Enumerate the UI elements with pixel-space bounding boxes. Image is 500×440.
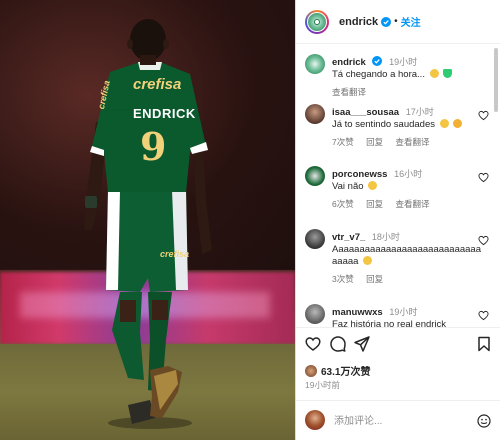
crying-emoji-icon — [439, 119, 449, 128]
likes-count[interactable]: 63.1万次赞 — [321, 363, 370, 378]
caption-username[interactable]: endrick — [332, 57, 366, 68]
caption-avatar[interactable] — [305, 54, 325, 74]
club-crest-icon — [308, 12, 326, 31]
comment-reply-button[interactable]: 回复 — [366, 137, 383, 147]
comments-scrollbar[interactable] — [494, 48, 498, 112]
share-send-icon[interactable] — [354, 336, 370, 352]
green-heart-emoji-icon — [443, 69, 453, 78]
shorts-sponsor-text: crefisa — [160, 249, 190, 259]
verified-badge-icon — [372, 56, 383, 66]
comment-avatar[interactable] — [305, 166, 325, 186]
comment-like-heart-icon[interactable] — [478, 110, 489, 121]
liker-avatar — [305, 364, 317, 377]
author-avatar[interactable] — [305, 9, 329, 34]
comment-reply-button[interactable]: 回复 — [366, 274, 383, 284]
comment-username[interactable]: porconewss — [332, 169, 387, 180]
comment-username[interactable]: vtr_v7_ — [332, 232, 365, 243]
comment-reply-button[interactable]: 回复 — [366, 199, 383, 209]
post-header: endrick • 关注 — [296, 0, 500, 44]
comment-time[interactable]: 16小时 — [394, 169, 422, 179]
comment-see-translation[interactable]: 查看翻译 — [396, 137, 430, 147]
current-user-avatar[interactable] — [305, 410, 325, 430]
player-figure: crefisa ENDRICK 9 crefisa crefisa — [0, 0, 295, 440]
comment-username[interactable]: isaa___sousaa — [332, 107, 399, 118]
jersey-player-name: ENDRICK — [133, 106, 196, 121]
caption-text: Tá chegando a hora... — [332, 69, 425, 80]
post-timestamp[interactable]: 19小时前 — [305, 379, 340, 391]
pleading-emoji-icon — [453, 119, 463, 128]
comment-like-count[interactable]: 7次赞 — [332, 137, 354, 147]
comment-like-count[interactable]: 6次赞 — [332, 199, 354, 209]
comment-time[interactable]: 18小时 — [372, 232, 400, 242]
likes-summary[interactable]: 63.1万次赞 — [305, 363, 370, 378]
comment-username[interactable]: manuwwxs — [332, 307, 383, 318]
comment-avatar[interactable] — [305, 104, 325, 124]
verified-badge-icon — [381, 16, 392, 27]
post-detail-panel: endrick • 关注 endrick 19小时 Tá chegando a … — [295, 0, 500, 440]
caption-time[interactable]: 19小时 — [389, 57, 417, 67]
save-bookmark-icon[interactable] — [476, 336, 492, 352]
comment-text: Aaaaaaaaaaaaaaaaaaaaaaaaaaaaaaaaa — [332, 244, 481, 267]
jersey-sponsor-text: crefisa — [133, 76, 182, 93]
comment-avatar[interactable] — [305, 304, 325, 324]
add-comment-input[interactable] — [334, 413, 464, 429]
comment-like-heart-icon[interactable] — [478, 310, 489, 321]
caption-see-translation[interactable]: 查看翻译 — [332, 87, 366, 97]
grimace-emoji-icon — [429, 69, 439, 78]
comment-time[interactable]: 19小时 — [389, 307, 417, 317]
comment-like-count[interactable]: 3次赞 — [332, 274, 354, 284]
post-photo[interactable]: crefisa ENDRICK 9 crefisa crefisa — [0, 0, 295, 440]
comment-avatar[interactable] — [305, 229, 325, 249]
comment-text: Faz história no real endrick — [332, 319, 447, 327]
jersey-number: 9 — [140, 124, 167, 169]
comment-like-heart-icon[interactable] — [478, 172, 489, 183]
comment-time[interactable]: 17小时 — [406, 107, 434, 117]
comment-bubble-icon[interactable] — [330, 336, 346, 352]
header-separator: • — [394, 16, 398, 27]
author-username[interactable]: endrick — [339, 16, 378, 28]
comments-list[interactable]: endrick 19小时 Tá chegando a hora... 查看翻译 — [296, 44, 500, 327]
follow-button[interactable]: 关注 — [401, 14, 421, 29]
emoji-picker-icon[interactable] — [477, 414, 491, 428]
comment-see-translation[interactable]: 查看翻译 — [396, 199, 430, 209]
smile-emoji-icon — [368, 181, 378, 190]
like-heart-icon[interactable] — [305, 336, 321, 352]
comment-like-heart-icon[interactable] — [478, 235, 489, 246]
scream-emoji-icon — [363, 256, 373, 265]
comment-text: Já to sentindo saudades — [332, 119, 435, 130]
add-comment-bar — [296, 400, 500, 440]
comment-text: Vai não — [332, 181, 364, 192]
